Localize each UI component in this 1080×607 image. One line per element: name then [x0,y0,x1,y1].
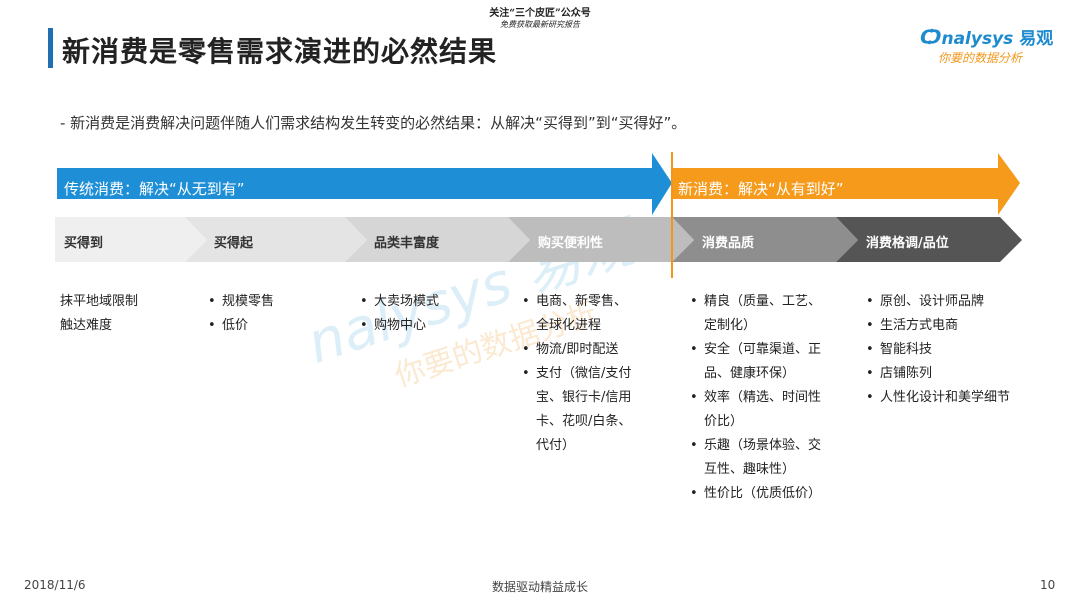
list-item: 低价 [208,314,328,338]
list-item: 购物中心 [360,314,490,338]
stage-column-1: 抹平地域限制 触达难度 [60,290,180,338]
stage-label-3: 品类丰富度 [374,236,440,251]
footer-date: 2018/11/6 [24,578,86,592]
stage-label-6: 消费格调/品位 [866,236,949,251]
stage-label-4: 购买便利性 [538,236,604,251]
list-item: 抹平地域限制 [60,294,139,309]
stage-column-5: 精良（质量、工艺、定制化） 安全（可靠渠道、正品、健康环保） 效率（精选、时间性… [690,290,830,506]
list-item: 性价比（优质低价） [690,482,830,506]
list-item: 生活方式电商 [866,314,1046,338]
list-item: 效率（精选、时间性价比） [690,386,830,434]
stage-column-4: 电商、新零售、全球化进程 物流/即时配送 支付（微信/支付宝、银行卡/信用卡、花… [522,290,634,458]
list-item: 大卖场模式 [360,290,490,314]
list-item: 乐趣（场景体验、交互性、趣味性） [690,434,830,482]
stage-column-6: 原创、设计师品牌 生活方式电商 智能科技 店铺陈列 人性化设计和美学细节 [866,290,1046,410]
stage-label-2: 买得起 [214,236,254,251]
page-number: 10 [1040,578,1056,592]
list-item: 触达难度 [60,318,113,333]
stage-chevron-2 [185,217,367,262]
list-item: 规模零售 [208,290,328,314]
list-item: 智能科技 [866,338,1046,362]
stage-chevron-5 [672,217,858,262]
traditional-phase-label: 传统消费：解决“从无到有” [64,180,245,198]
stage-column-3: 大卖场模式 购物中心 [360,290,490,338]
footer-slogan: 数据驱动精益成长 [491,580,588,594]
list-item: 人性化设计和美学细节 [866,386,1046,410]
stage-column-2: 规模零售 低价 [208,290,328,338]
list-item: 原创、设计师品牌 [866,290,1046,314]
list-item: 店铺陈列 [866,362,1046,386]
new-phase-label: 新消费：解决“从有到好” [678,180,844,198]
list-item: 安全（可靠渠道、正品、健康环保） [690,338,830,386]
stage-label-1: 买得到 [64,236,104,251]
list-item: 精良（质量、工艺、定制化） [690,290,830,338]
stage-label-5: 消费品质 [702,236,755,251]
list-item: 电商、新零售、全球化进程 [522,290,634,338]
list-item: 物流/即时配送 [522,338,634,362]
phase-divider-line [671,152,673,278]
list-item: 支付（微信/支付宝、银行卡/信用卡、花呗/白条、代付） [522,362,634,458]
